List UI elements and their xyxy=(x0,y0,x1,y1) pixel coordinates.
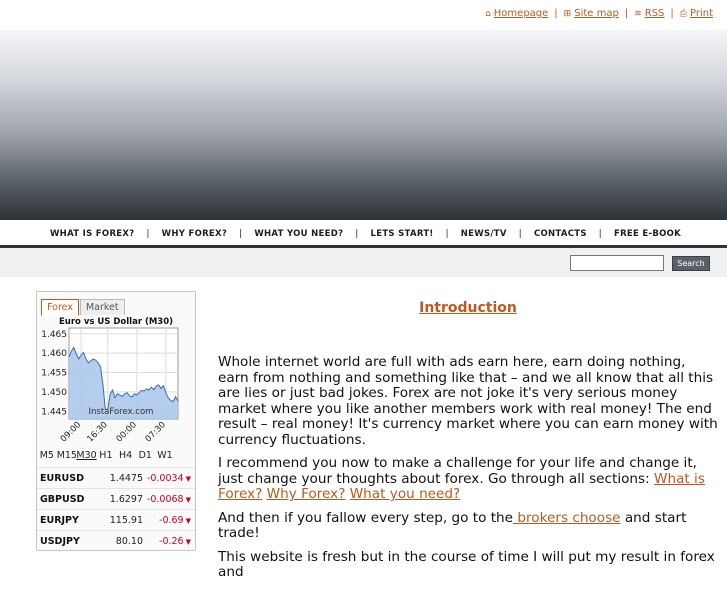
nav-separator: | xyxy=(445,229,449,239)
nav-item-what-you-need[interactable]: WHAT YOU NEED? xyxy=(254,229,343,239)
nav-item-why-forex[interactable]: WHY FOREX? xyxy=(162,229,227,239)
quote-symbol: EURUSD xyxy=(40,473,84,484)
separator: | xyxy=(670,8,674,19)
quote-change: -0.26 ▼ xyxy=(159,531,191,553)
why-forex-link[interactable]: Why Forex? xyxy=(267,486,346,502)
quote-change-value: -0.0034 xyxy=(146,473,184,484)
quote-row[interactable]: EURJPY 115.91 -0.69 ▼ xyxy=(37,509,195,530)
quote-price: 115.91 xyxy=(109,515,143,526)
timeframe-h1[interactable]: H1 xyxy=(96,447,116,464)
homepage-link[interactable]: Homepage xyxy=(494,8,549,19)
paragraph-steps: And then if you fallow every step, go to… xyxy=(218,509,718,542)
chart-container: 1.465 1.460 1.455 1.450 1.445 09:00 16:30 00:00… xyxy=(37,314,195,452)
chart-y-tick-label: 1.450 xyxy=(41,388,67,398)
paragraph-text: I recommend you now to make a challenge … xyxy=(218,455,697,487)
print-link[interactable]: Print xyxy=(690,8,713,19)
sitemap-link[interactable]: Site map xyxy=(574,8,619,19)
chart-watermark: InstaForex.com xyxy=(89,407,154,417)
chart-y-tick-label: 1.455 xyxy=(41,369,67,379)
tab-market[interactable]: Market xyxy=(79,299,125,315)
quote-price: 80.10 xyxy=(115,536,143,547)
chart-y-tick-label: 1.465 xyxy=(41,330,67,340)
nav-item-free-ebook[interactable]: FREE E-BOOK xyxy=(614,229,681,239)
paragraph-fresh: This website is fresh but in the course … xyxy=(218,548,715,580)
quote-symbol: USDJPY xyxy=(40,536,80,547)
timeframe-d1[interactable]: D1 xyxy=(135,447,155,464)
sitemap-icon: ⊞ xyxy=(563,9,572,19)
rss-icon: ≋ xyxy=(634,9,642,19)
print-icon: ⎙ xyxy=(679,9,687,19)
brokers-choose-link[interactable]: brokers choose xyxy=(513,510,620,526)
down-arrow-icon: ▼ xyxy=(185,475,191,483)
timeframe-m15[interactable]: M15 xyxy=(57,447,77,464)
quote-change-value: -0.69 xyxy=(159,515,184,526)
quote-symbol: GBPUSD xyxy=(40,494,85,505)
nav-separator: | xyxy=(239,229,243,239)
down-arrow-icon: ▼ xyxy=(185,496,191,504)
chart-x-tick-label: 00:00 xyxy=(115,420,139,444)
chart-y-tick-label: 1.460 xyxy=(41,349,67,359)
timeframe-h4[interactable]: H4 xyxy=(116,447,136,464)
quote-change-value: -0.0068 xyxy=(146,494,184,505)
quote-change: -0.69 ▼ xyxy=(159,510,191,532)
timeframe-m30[interactable]: M30 xyxy=(76,447,96,464)
timeframe-selector: M5 M15M30 H1 H4 D1 W1 xyxy=(37,447,195,464)
timeframe-w1[interactable]: W1 xyxy=(155,447,175,464)
quote-change: -0.0068 ▼ xyxy=(147,489,191,511)
home-icon: ⌂ xyxy=(485,9,491,19)
nav-item-contacts[interactable]: CONTACTS xyxy=(534,229,587,239)
nav-item-lets-start[interactable]: LETS START! xyxy=(371,229,434,239)
quote-row[interactable]: EURUSD 1.4475 -0.0034 ▼ xyxy=(37,467,195,488)
header-banner xyxy=(0,30,727,220)
page-title[interactable]: Introduction xyxy=(218,296,718,320)
nav-separator: | xyxy=(598,229,602,239)
nav-separator: | xyxy=(518,229,522,239)
paragraph-intro: Whole internet world are full with ads e… xyxy=(218,354,718,448)
quotes-table: EURUSD 1.4475 -0.0034 ▼ GBPUSD 1.6297 -0.… xyxy=(37,467,195,551)
forex-widget: Forex Market 1.465 1.460 1.455 1.450 1.445 09:… xyxy=(36,291,196,551)
page-title-text[interactable]: Introduction xyxy=(419,300,517,316)
down-arrow-icon: ▼ xyxy=(185,517,191,525)
separator: | xyxy=(554,8,558,19)
nav-separator: | xyxy=(146,229,150,239)
search-input[interactable] xyxy=(570,255,664,271)
quote-change: -0.0034 ▼ xyxy=(147,468,191,490)
rss-link[interactable]: RSS xyxy=(645,8,665,19)
chart-x-tick-label: 07:30 xyxy=(144,420,168,444)
widget-tabs: Forex Market xyxy=(41,295,126,316)
separator: | xyxy=(624,8,629,19)
main-navigation: WHAT IS FOREX? | WHY FOREX? | WHAT YOU NEED?… xyxy=(0,220,727,245)
nav-item-what-is-forex[interactable]: WHAT IS FOREX? xyxy=(50,229,134,239)
quote-price: 1.6297 xyxy=(109,494,143,505)
quote-price: 1.4475 xyxy=(109,473,143,484)
paragraph-text: And then if you fallow every step, go to… xyxy=(218,509,514,526)
nav-separator: | xyxy=(355,229,359,239)
search-bar: Search xyxy=(0,248,727,277)
quote-row[interactable]: GBPUSD 1.6297 -0.0068 ▼ xyxy=(37,488,195,509)
what-you-need-link[interactable]: What you need? xyxy=(350,486,461,502)
timeframe-m5[interactable]: M5 xyxy=(37,447,57,464)
utility-links: ⌂ Homepage | ⊞ Site map | ≋ RSS | ⎙ Print xyxy=(485,8,713,19)
quote-row[interactable]: USDJPY 80.10 -0.26 ▼ xyxy=(37,530,195,551)
top-links-bar: ⌂ Homepage | ⊞ Site map | ≋ RSS | ⎙ Print xyxy=(0,0,727,30)
chart-x-tick-label: 16:30 xyxy=(85,420,109,444)
chart-y-tick-label: 1.445 xyxy=(41,407,67,417)
chart-x-tick-label: 09:00 xyxy=(59,420,83,444)
chart-title: Euro vs US Dollar (M30) xyxy=(59,317,173,327)
nav-item-news-tv[interactable]: NEWS/TV xyxy=(461,229,507,239)
eurusd-chart: 1.465 1.460 1.455 1.450 1.445 09:00 16:30 00:00… xyxy=(41,317,179,444)
quote-change-value: -0.26 xyxy=(159,536,184,547)
quote-symbol: EURJPY xyxy=(40,515,79,526)
search-button[interactable]: Search xyxy=(672,256,710,271)
paragraph-recommend: I recommend you now to make a challenge … xyxy=(218,455,718,503)
